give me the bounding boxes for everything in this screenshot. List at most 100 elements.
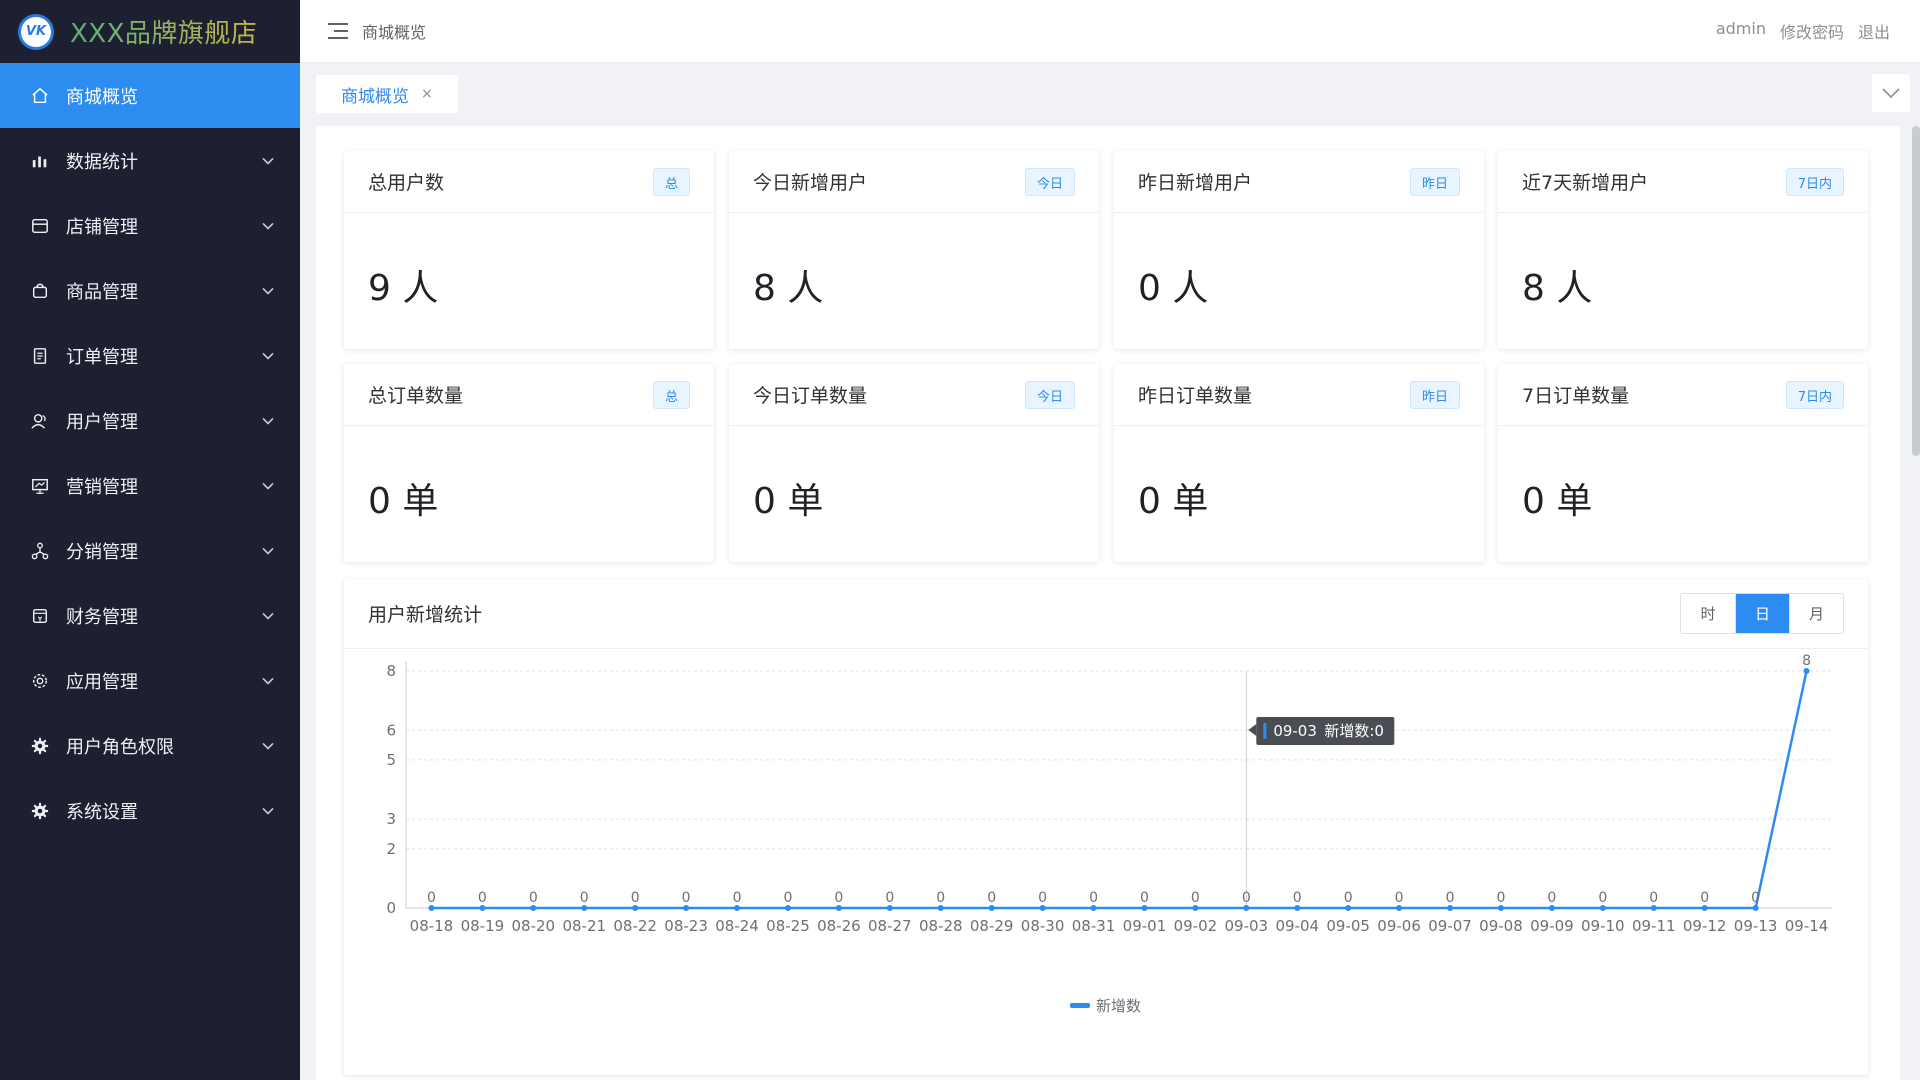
sidebar-item-3[interactable]: 店铺管理 (0, 193, 300, 258)
scrollbar[interactable] (1912, 126, 1920, 456)
logout-link[interactable]: 退出 (1858, 19, 1890, 43)
sidebar-item-6[interactable]: 用户管理 (0, 388, 300, 453)
period-month-button[interactable]: 月 (1789, 594, 1843, 633)
data-label: 0 (1089, 890, 1098, 906)
x-tick-label: 09-11 (1632, 917, 1676, 935)
menu-toggle-icon[interactable] (328, 23, 348, 39)
data-label: 0 (1649, 890, 1658, 906)
chevron-down-icon (262, 149, 274, 170)
stat-card-header: 近7天新增用户 7日内 (1498, 151, 1868, 213)
x-tick-label: 08-26 (817, 917, 861, 935)
data-label: 0 (1140, 890, 1149, 906)
tab-overview[interactable]: 商城概览 × (316, 75, 458, 113)
x-tick-label: 09-06 (1377, 917, 1421, 935)
sidebar-item-8[interactable]: 分销管理 (0, 518, 300, 583)
brand: VK XXX品牌旗舰店 (0, 0, 300, 63)
sidebar-item-label: 系统设置 (66, 801, 138, 823)
sidebar-item-4[interactable]: 商品管理 (0, 258, 300, 323)
x-tick-label: 08-29 (970, 917, 1014, 935)
chevron-down-icon (262, 734, 274, 755)
x-tick-label: 09-09 (1530, 917, 1574, 935)
change-password-link[interactable]: 修改密码 (1780, 19, 1844, 43)
period-switch: 时 日 月 (1680, 593, 1844, 634)
tab-label: 商城概览 (341, 86, 409, 107)
sidebar-item-10[interactable]: 应用管理 (0, 648, 300, 713)
stat-value: 8 人 (753, 268, 824, 309)
stat-badge: 7日内 (1785, 381, 1844, 409)
chevron-down-icon (262, 539, 274, 560)
stat-title: 昨日新增用户 (1138, 172, 1253, 194)
stat-value: 0 单 (1522, 481, 1593, 522)
data-label: 0 (1446, 890, 1455, 906)
tabs-bar: 商城概览 × (300, 63, 1920, 123)
sidebar-item-12[interactable]: 系统设置 (0, 778, 300, 843)
stat-value: 0 单 (753, 481, 824, 522)
data-label: 0 (936, 890, 945, 906)
x-tick-label: 09-14 (1785, 917, 1829, 935)
stat-title: 总订单数量 (368, 385, 464, 407)
breadcrumb: 商城概览 (362, 23, 427, 42)
store-icon (30, 216, 50, 236)
y-tick-label: 2 (386, 840, 396, 858)
sidebar-item-label: 用户角色权限 (66, 736, 174, 758)
y-tick-label: 5 (386, 751, 396, 769)
stat-title: 今日订单数量 (753, 385, 868, 407)
y-tick-label: 8 (386, 662, 396, 680)
x-tick-label: 09-10 (1581, 917, 1625, 935)
top-bar: 商城概览 admin 修改密码 退出 (300, 0, 1920, 63)
data-label: 0 (1344, 890, 1353, 906)
sidebar-item-2[interactable]: 数据统计 (0, 128, 300, 193)
legend-label: 新增数 (1096, 997, 1141, 1015)
settings-icon (30, 671, 50, 691)
stat-badge: 总 (652, 168, 690, 196)
sidebar-item-label: 财务管理 (66, 606, 138, 628)
sidebar-item-5[interactable]: 订单管理 (0, 323, 300, 388)
data-label: 0 (1497, 890, 1506, 906)
period-day-button[interactable]: 日 (1735, 594, 1789, 633)
tabs-dropdown-button[interactable] (1872, 74, 1910, 112)
y-tick-label: 3 (386, 810, 396, 828)
stat-card: 今日订单数量 今日 0 单 (729, 364, 1099, 562)
chevron-down-icon (262, 474, 274, 495)
x-tick-label: 08-19 (461, 917, 505, 935)
x-tick-label: 08-21 (562, 917, 606, 935)
data-label: 0 (1395, 890, 1404, 906)
user-actions: admin 修改密码 退出 (1716, 19, 1890, 43)
sidebar-item-9[interactable]: 财务管理 (0, 583, 300, 648)
network-icon (30, 541, 50, 561)
stat-badge: 昨日 (1409, 381, 1460, 409)
data-label: 0 (834, 890, 843, 906)
stat-card-header: 7日订单数量 7日内 (1498, 364, 1868, 426)
stat-card-header: 昨日订单数量 昨日 (1114, 364, 1484, 426)
stat-value: 9 人 (368, 268, 439, 309)
period-hour-button[interactable]: 时 (1681, 594, 1735, 633)
sidebar-item-label: 订单管理 (66, 346, 138, 368)
user-name[interactable]: admin (1716, 19, 1766, 43)
stat-card-header: 总订单数量 总 (344, 364, 714, 426)
data-label: 0 (1242, 890, 1251, 906)
stat-card-header: 今日订单数量 今日 (729, 364, 1099, 426)
chart-title: 用户新增统计 (368, 604, 483, 626)
line-chart[interactable]: 0 2 3 5 6 8 08-18 08-19 08-20 08-21 08-22 08-23 08-2… (344, 651, 1868, 1075)
stat-value: 0 人 (1138, 268, 1209, 309)
tab-close-icon[interactable]: × (421, 86, 433, 102)
shopping-bag-icon (30, 281, 50, 301)
x-tick-label: 08-23 (664, 917, 708, 935)
stat-value: 8 人 (1522, 268, 1593, 309)
stat-value: 0 单 (1138, 481, 1209, 522)
data-label: 0 (427, 890, 436, 906)
sidebar-item-7[interactable]: 营销管理 (0, 453, 300, 518)
x-tick-label: 09-07 (1428, 917, 1472, 935)
home-icon (30, 86, 50, 106)
sidebar-item-label: 商城概览 (66, 86, 138, 108)
x-tick-label: 08-31 (1072, 917, 1116, 935)
data-label: 0 (478, 890, 487, 906)
sidebar-item-1[interactable]: 商城概览 (0, 63, 300, 128)
stat-card-header: 今日新增用户 今日 (729, 151, 1099, 213)
sidebar-item-11[interactable]: 用户角色权限 (0, 713, 300, 778)
tooltip-arrow (1248, 724, 1257, 736)
chevron-down-icon (262, 344, 274, 365)
sidebar-item-label: 数据统计 (66, 151, 138, 173)
stat-title: 今日新增用户 (753, 172, 868, 194)
stat-card-header: 总用户数 总 (344, 151, 714, 213)
